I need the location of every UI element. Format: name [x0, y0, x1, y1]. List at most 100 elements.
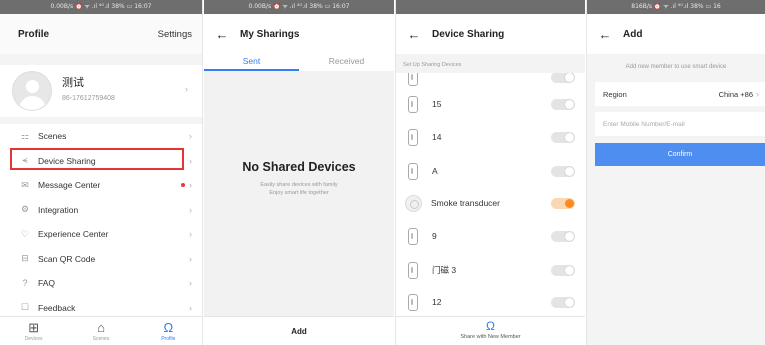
profile-screen: 0.00B/s ⏰ ᯤ .ıl ⁴ᴳ.ıl 38% ▭ 16:07 Profil… — [0, 0, 203, 345]
menu-item-message-center[interactable]: ✉ Message Center › — [0, 173, 202, 198]
list-item: 14 — [396, 120, 585, 154]
page-title: Device Sharing — [432, 28, 505, 40]
door-sensor-icon — [408, 73, 418, 86]
list-item: 9 — [396, 219, 585, 253]
status-bar: 0.00B/s ⏰ ᯤ .ıl ⁴ᴳ.ıl 38% ▭ 16:07 — [204, 0, 394, 14]
door-sensor-icon — [408, 162, 418, 180]
profile-header: Profile Settings — [0, 14, 202, 54]
toggle-switch[interactable] — [551, 131, 575, 143]
device-list: 15 14 A Smoke transducer 9 门磁 3 12 — [396, 73, 585, 316]
region-label: Region — [603, 89, 627, 99]
list-item: A — [396, 154, 585, 188]
region-selector[interactable]: Region China +86 › — [595, 82, 765, 106]
device-name: 门磁 3 — [432, 265, 457, 275]
page-title: My Sharings — [240, 28, 300, 40]
device-name: A — [432, 166, 438, 176]
menu-item-label: Scenes — [38, 131, 67, 142]
region-value: China +86 — [718, 89, 753, 99]
chevron-right-icon: › — [189, 229, 192, 240]
sharing-tabs: Sent Received — [204, 54, 394, 71]
door-sensor-icon — [408, 128, 418, 146]
profile-icon: Ω — [486, 319, 495, 333]
tab-received[interactable]: Received — [299, 54, 394, 71]
menu-item-label: Experience Center — [38, 229, 109, 240]
chevron-right-icon: › — [189, 302, 192, 313]
avatar — [12, 71, 52, 111]
menu-item-integration[interactable]: ⚙ Integration › — [0, 198, 202, 223]
menu-item-label: Message Center — [38, 180, 101, 191]
confirm-button[interactable]: Confirm — [595, 143, 765, 166]
home-icon: ⌂ — [97, 320, 105, 335]
bottom-tab-bar: ⊞ Devices ⌂ Scenes Ω Profile — [0, 316, 202, 345]
integration-icon: ⚙ — [20, 204, 30, 215]
mobile-field-row — [595, 112, 765, 136]
status-bar: 816B/s ⏰ ᯤ .ıl ⁴ᴳ.ıl 38% ▭ 16 — [587, 0, 765, 14]
page-title: Profile — [18, 28, 50, 40]
add-hint: Add new member to use smart device — [625, 64, 727, 70]
menu-item-label: FAQ — [38, 278, 56, 289]
menu-item-scan-qr-code[interactable]: ⊟ Scan QR Code › — [0, 247, 202, 272]
menu-item-experience-center[interactable]: ♡ Experience Center › — [0, 222, 202, 247]
device-name: 14 — [432, 132, 442, 142]
menu-item-label: Feedback — [38, 302, 76, 313]
settings-link[interactable]: Settings — [158, 29, 192, 40]
toggle-switch[interactable] — [551, 73, 575, 83]
toggle-switch[interactable] — [551, 165, 575, 177]
highlight-box — [10, 148, 184, 170]
door-sensor-icon — [408, 261, 418, 279]
menu-item-label: Scan QR Code — [38, 253, 96, 264]
unread-dot — [181, 183, 185, 188]
device-name: Smoke transducer — [431, 198, 500, 208]
feedback-icon: ☐ — [20, 302, 30, 313]
device-sharing-header: ← Device Sharing — [396, 14, 585, 54]
user-phone: 86-17612759408 — [62, 95, 115, 102]
toggle-switch[interactable] — [551, 197, 575, 209]
door-sensor-icon — [408, 293, 418, 311]
share-with-new-member-button[interactable]: Ω Share with New Member — [396, 316, 585, 345]
menu-item-faq[interactable]: ? FAQ › — [0, 271, 202, 296]
message-icon: ✉ — [21, 179, 29, 190]
chevron-right-icon: › — [189, 278, 192, 289]
profile-card[interactable]: 测试 86-17612759408 › — [0, 65, 202, 117]
chevron-right-icon: › — [189, 131, 192, 142]
back-arrow-icon[interactable]: ← — [214, 26, 230, 42]
tab-label: Profile — [161, 336, 176, 342]
list-item: 门磁 3 — [396, 253, 585, 287]
empty-state-subtitle: Easily share devices with family Enjoy s… — [204, 181, 394, 197]
back-arrow-icon[interactable]: ← — [597, 26, 613, 42]
add-header: ← Add — [587, 14, 765, 54]
chevron-right-icon: › — [189, 155, 192, 166]
add-member-screen: 816B/s ⏰ ᯤ .ıl ⁴ᴳ.ıl 38% ▭ 16 ← Add Add … — [586, 0, 765, 345]
mobile-email-input[interactable] — [603, 120, 757, 128]
my-sharings-screen: 0.00B/s ⏰ ᯤ .ıl ⁴ᴳ.ıl 38% ▭ 16:07 ← My S… — [204, 0, 394, 345]
device-name: 9 — [432, 231, 437, 241]
section-label: Set Up Sharing Devices — [396, 54, 585, 73]
door-sensor-icon — [408, 95, 418, 113]
toggle-switch[interactable] — [551, 264, 575, 276]
toggle-switch[interactable] — [551, 296, 575, 308]
status-bar — [396, 0, 585, 14]
toggle-switch[interactable] — [551, 98, 575, 110]
device-name: 15 — [432, 99, 442, 109]
help-icon: ? — [22, 278, 28, 289]
empty-state-line: Enjoy smart life together — [269, 190, 329, 196]
my-sharings-header: ← My Sharings — [204, 14, 394, 54]
share-label: Share with New Member — [460, 334, 521, 340]
tab-devices[interactable]: ⊞ Devices — [0, 317, 67, 345]
toggle-switch[interactable] — [551, 230, 575, 242]
tab-label: Devices — [24, 336, 43, 342]
scenes-icon: ⚏ — [20, 130, 30, 141]
back-arrow-icon[interactable]: ← — [406, 26, 422, 42]
status-bar: 0.00B/s ⏰ ᯤ .ıl ⁴ᴳ.ıl 38% ▭ 16:07 — [0, 0, 202, 14]
add-button[interactable]: Add — [204, 316, 394, 345]
chevron-right-icon: › — [185, 84, 188, 94]
tab-scenes[interactable]: ⌂ Scenes — [67, 317, 134, 345]
user-name: 测试 — [62, 77, 84, 89]
device-name: 12 — [432, 297, 442, 307]
tab-profile[interactable]: Ω Profile — [135, 317, 202, 345]
tab-label: Scenes — [92, 336, 110, 342]
device-sharing-screen: ← Device Sharing Set Up Sharing Devices … — [395, 0, 585, 345]
menu-item-scenes[interactable]: ⚏ Scenes › — [0, 124, 202, 149]
tab-sent[interactable]: Sent — [204, 54, 299, 71]
profile-icon: Ω — [163, 320, 174, 335]
